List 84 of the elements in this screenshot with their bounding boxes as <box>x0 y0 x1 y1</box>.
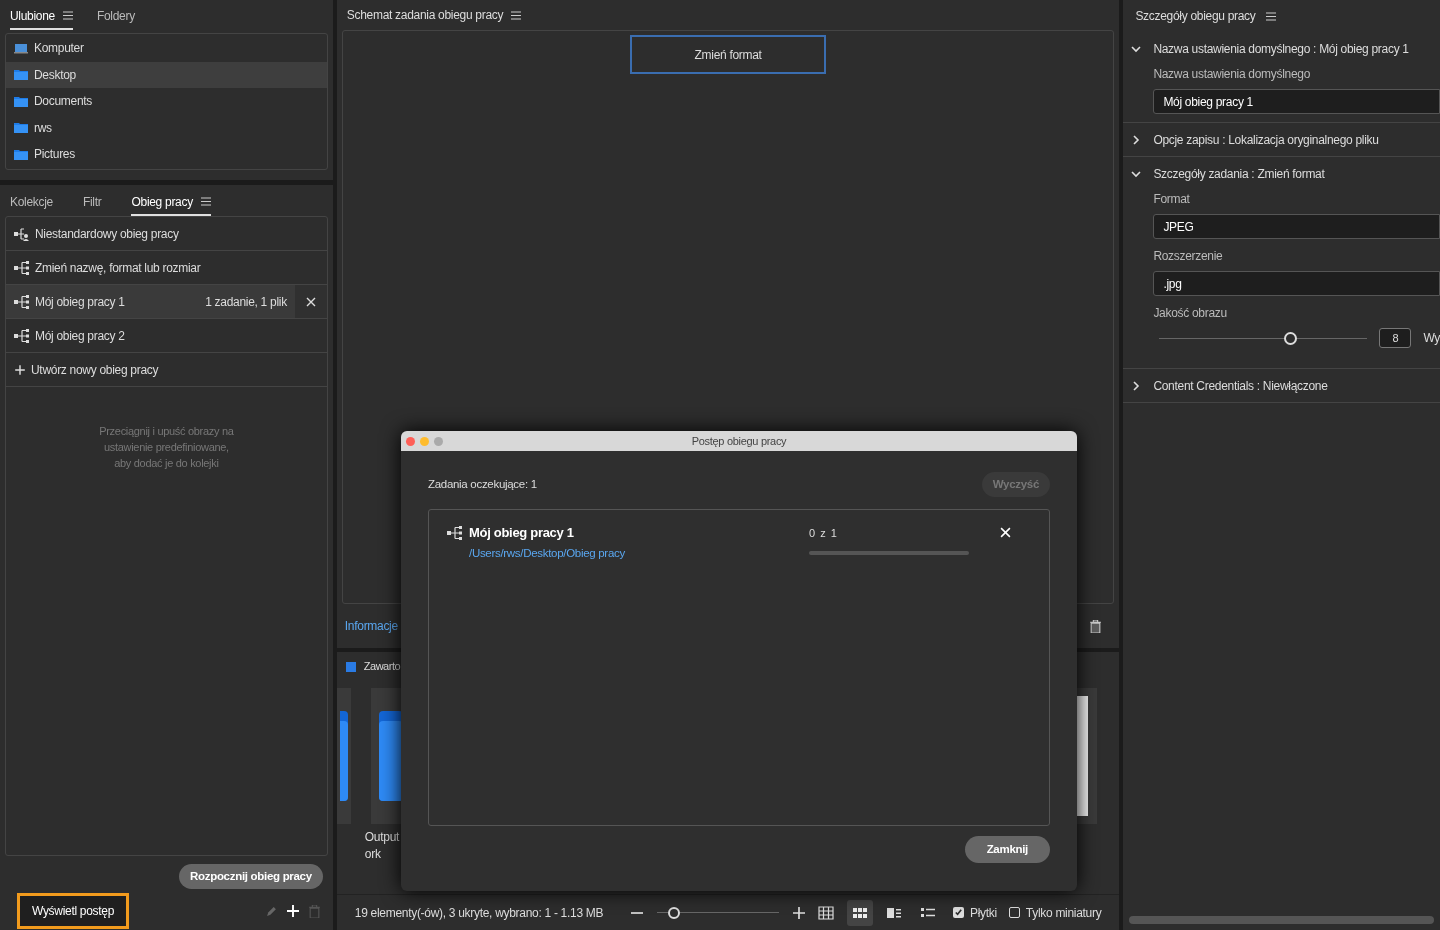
scrollbar[interactable] <box>1129 916 1434 924</box>
job-path-link[interactable]: /Users/rws/Desktop/Obieg pracy <box>469 542 809 562</box>
close-button[interactable]: Zamknij <box>964 836 1050 863</box>
quality-value-field[interactable]: 8 <box>1379 328 1412 348</box>
workflow-item[interactable]: Mój obieg pracy 2 <box>6 319 327 353</box>
show-progress-button[interactable]: Wyświetl postęp <box>17 893 130 929</box>
job-name: Mój obieg pracy 1 <box>469 524 575 542</box>
workflow-item[interactable]: Niestandardowy obieg pracy <box>6 217 327 251</box>
quality-suffix: Wy <box>1423 330 1440 347</box>
thumbnail-caption: ork <box>364 846 381 863</box>
folder-icon <box>14 95 28 107</box>
checkbox-label: Płytki <box>969 904 997 922</box>
pencil-icon[interactable] <box>265 905 277 917</box>
panel-tab[interactable]: Filtr <box>82 193 102 216</box>
section-header[interactable]: Opcje zapisu : Lokalizacja oryginalnego pliku <box>1123 123 1440 156</box>
workflow-item[interactable]: Utwórz nowy obieg pracy <box>6 353 327 387</box>
start-workflow-button[interactable]: Rozpocznij obieg pracy <box>179 864 323 889</box>
section-header[interactable]: Nazwa ustawienia domyślnego : Mój obieg pracy 1 <box>1123 32 1440 65</box>
zoom-slider[interactable] <box>656 905 779 920</box>
folder-icon <box>339 711 348 801</box>
panel-tab[interactable]: Foldery <box>96 7 135 30</box>
folder-icon <box>14 69 28 81</box>
job-count: 0 z 1 <box>809 526 839 541</box>
quality-slider[interactable] <box>1159 331 1368 345</box>
panel-tab[interactable]: Obieg pracy <box>131 193 211 216</box>
dialog-title: Postęp obiegu pracy <box>691 433 787 449</box>
field-label: Format <box>1153 191 1191 208</box>
field-label: Jakość obrazu <box>1153 305 1228 322</box>
folder-icon <box>378 711 401 801</box>
panel-tab[interactable]: Ulubione <box>10 7 73 30</box>
computer-icon <box>14 42 28 54</box>
select-field[interactable]: JPEG <box>1153 214 1440 239</box>
select-field[interactable]: .jpg <box>1153 271 1440 296</box>
workflow-icon <box>14 294 30 309</box>
workflow-item[interactable]: Mój obieg pracy 1 1 zadanie, 1 plik <box>6 285 327 319</box>
content-square-icon <box>345 661 356 672</box>
field-label: Nazwa ustawienia domyślnego <box>1153 66 1312 83</box>
section-header[interactable]: Szczegóły zadania : Zmień format <box>1123 157 1440 190</box>
workflow-info: 1 zadanie, 1 plik <box>205 293 288 311</box>
task-node[interactable]: Zmień format <box>630 35 827 74</box>
thumbnail-caption: Output <box>364 829 400 846</box>
favorite-item[interactable]: rws <box>6 114 327 141</box>
chevron-down-icon[interactable] <box>1131 43 1142 54</box>
menu-icon[interactable] <box>62 11 73 20</box>
menu-icon[interactable] <box>200 197 211 206</box>
folder-icon <box>14 122 28 134</box>
pending-count: Zadania oczekujące: 1 <box>428 476 537 492</box>
workflow-icon <box>14 328 30 343</box>
chevron-right-icon[interactable] <box>1131 134 1142 145</box>
panel-title: Zawarto <box>363 659 401 675</box>
plus-icon[interactable] <box>286 905 299 917</box>
filmstrip-view-icon <box>885 905 902 920</box>
favorite-item[interactable]: Desktop <box>6 61 327 88</box>
list-view-icon <box>919 905 936 920</box>
status-text: 19 elementy(-ów), 3 ukryte, wybrano: 1 - 1.13 MB <box>354 904 605 922</box>
zoom-in-icon[interactable] <box>792 906 805 919</box>
tiles-view-icon <box>851 905 868 920</box>
panel-title: Schemat zadania obiegu pracy <box>346 7 504 24</box>
folder-icon <box>14 148 28 160</box>
thumbnail-tile[interactable] <box>336 688 351 824</box>
section-header[interactable]: Content Credentials : Niewłączone <box>1123 369 1440 402</box>
chevron-right-icon[interactable] <box>1131 380 1142 391</box>
checkbox-label: Tylko miniatury <box>1025 904 1102 922</box>
workflow-icon <box>447 526 463 540</box>
panel-tab[interactable]: Kolekcje <box>10 193 53 216</box>
workflow-icon <box>14 260 30 275</box>
menu-icon[interactable] <box>1265 11 1276 21</box>
favorite-item[interactable]: Komputer <box>6 35 327 62</box>
chevron-down-icon[interactable] <box>1131 168 1142 179</box>
view-mode-button[interactable] <box>846 899 873 926</box>
plus-icon <box>14 363 26 376</box>
panel-title: Szczegóły obiegu pracy <box>1135 8 1256 25</box>
drop-hint: Przeciągnij i upuść obrazy na ustawienie predefiniowane, aby dodać je do kolejki <box>99 424 234 471</box>
close-icon[interactable] <box>305 296 316 307</box>
workflow-person-icon <box>14 226 30 241</box>
grid-view-icon <box>817 905 834 920</box>
favorite-item[interactable]: Pictures <box>6 141 327 168</box>
field-label: Rozszerzenie <box>1153 248 1224 265</box>
checkbox[interactable] <box>1008 907 1020 918</box>
info-link[interactable]: Informacje <box>344 617 398 635</box>
favorite-item[interactable]: Documents <box>6 88 327 115</box>
input-field[interactable]: Mój obieg pracy 1 <box>1153 89 1440 114</box>
checkbox[interactable] <box>952 907 964 918</box>
menu-icon[interactable] <box>511 10 522 20</box>
